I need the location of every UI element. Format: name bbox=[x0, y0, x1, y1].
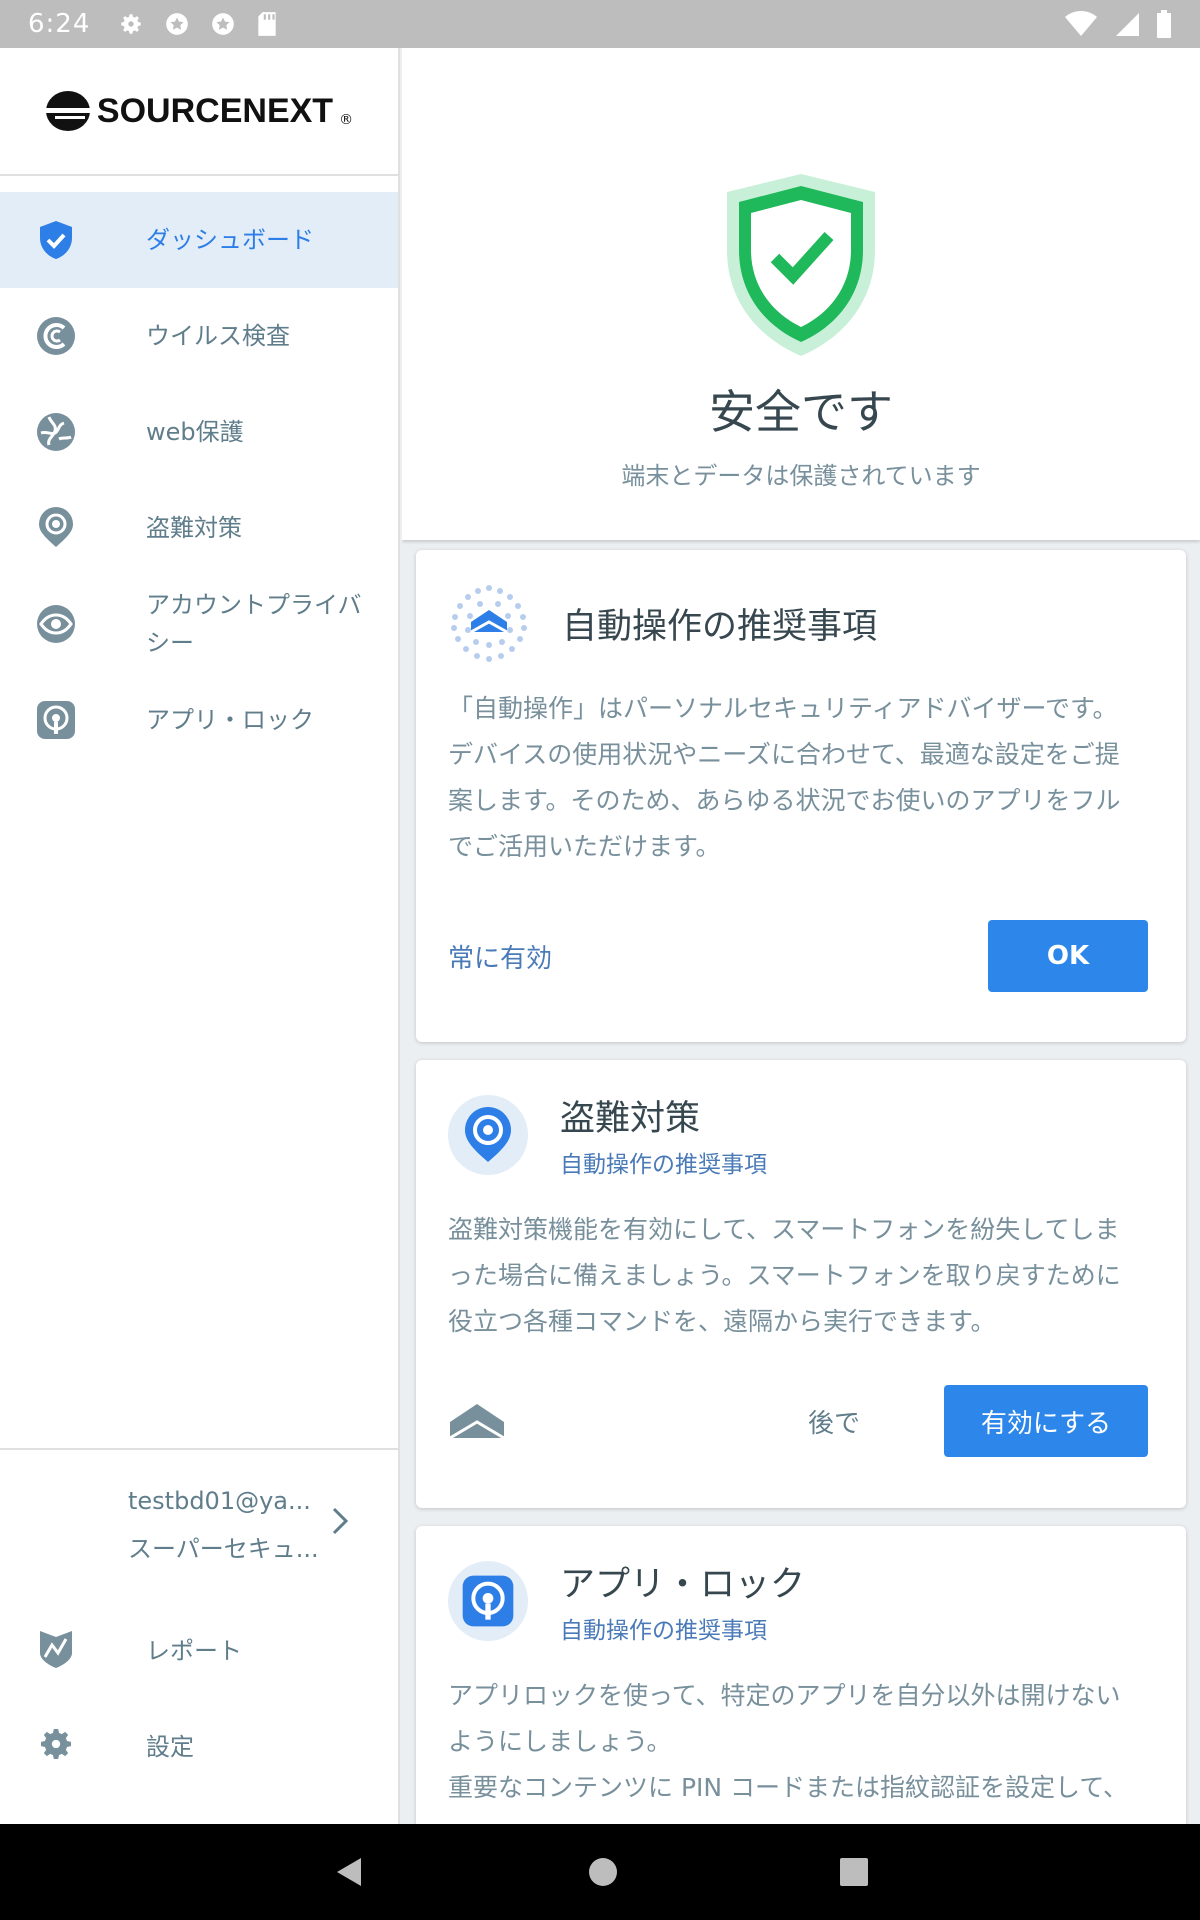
card-title: アプリ・ロック bbox=[560, 1565, 806, 1605]
enable-button[interactable]: 有効にする bbox=[944, 1385, 1148, 1457]
gear-icon bbox=[34, 1722, 78, 1766]
nav-item-label: レポート bbox=[146, 1636, 242, 1665]
app-lock-card: アプリ・ロック 自動操作の推奨事項 アプリロックを使って、特定のアプリを自分以外… bbox=[416, 1526, 1186, 1824]
home-icon[interactable] bbox=[587, 1856, 619, 1888]
card-body-line: アプリロックを使って、特定のアプリを自分以外は開けない bbox=[448, 1681, 1121, 1710]
main-content[interactable]: 安全です 端末とデータは保護されています 自動操作の推奨事項 「自動操作」はパー… bbox=[402, 48, 1200, 1824]
status-bar: 6:24 bbox=[0, 0, 1200, 48]
web-globe-icon bbox=[34, 410, 78, 454]
sourcenext-logo: SOURCENEXT ® bbox=[44, 88, 354, 134]
nav-item-settings[interactable]: 設定 bbox=[0, 1696, 398, 1792]
app-lock-icon bbox=[34, 698, 78, 742]
card-body: 「自動操作」はパーソナルセキュリティアドバイザーです。 デバイスの使用状況やニー… bbox=[448, 686, 1148, 870]
card-subtitle: 自動操作の推奨事項 bbox=[560, 1618, 767, 1644]
navigation-drawer: SOURCENEXT ® ダッシュボード ウイルス検査 web保護 盗難対策 ア… bbox=[0, 48, 400, 1824]
nav-item-label: ウイルス検査 bbox=[146, 322, 290, 350]
system-nav-bar bbox=[0, 1824, 1200, 1920]
ok-button[interactable]: OK bbox=[988, 920, 1148, 992]
card-body-line: 重要なコンテンツに PIN コードまたは指紋認証を設定して、 bbox=[448, 1773, 1129, 1802]
chevron-right-icon bbox=[330, 1505, 350, 1541]
nav-item-dashboard[interactable]: ダッシュボード bbox=[0, 192, 398, 288]
back-icon[interactable] bbox=[331, 1854, 367, 1890]
drawer-bottom: testbd01@ya... スーパーセキュ... レポート 設定 bbox=[0, 1448, 398, 1792]
anti-theft-icon bbox=[448, 1094, 528, 1175]
nav-item-web-protection[interactable]: web保護 bbox=[0, 384, 398, 480]
card-body-line: 役立つ各種コマンドを、遠隔から実行できます。 bbox=[448, 1307, 996, 1336]
card-body-line: 「自動操作」はパーソナルセキュリティアドバイザーです。 bbox=[448, 694, 1118, 723]
logo-registered-mark: ® bbox=[339, 112, 354, 128]
recents-icon[interactable] bbox=[839, 1857, 869, 1887]
nav-item-label: 設定 bbox=[146, 1732, 194, 1761]
card-body: アプリロックを使って、特定のアプリを自分以外は開けない ようにしましょう。 重要… bbox=[448, 1673, 1148, 1811]
nav-item-label: web保護 bbox=[146, 418, 244, 446]
nav-item-label: アカウントプライバシー bbox=[146, 591, 362, 657]
card-body: 盗難対策機能を有効にして、スマートフォンを紛失してしま った場合に備えましょう。… bbox=[448, 1207, 1148, 1345]
nav-item-label: 盗難対策 bbox=[146, 514, 242, 542]
card-body-line: ようにしましょう。 bbox=[448, 1727, 672, 1756]
badge-icon bbox=[212, 13, 235, 35]
scan-icon bbox=[34, 314, 78, 358]
settings-icon bbox=[121, 14, 142, 34]
location-pin-icon bbox=[34, 506, 78, 550]
badge-icon bbox=[166, 13, 189, 35]
status-time: 6:24 bbox=[28, 9, 91, 39]
status-title: 安全です bbox=[709, 385, 893, 439]
autopilot-icon bbox=[451, 585, 527, 662]
account-row[interactable]: testbd01@ya... スーパーセキュ... bbox=[0, 1450, 398, 1600]
card-body-line: 案します。そのため、あらゆる状況でお使いのアプリをフル bbox=[448, 786, 1121, 815]
wifi-icon bbox=[1065, 11, 1097, 36]
nav-item-label: アプリ・ロック bbox=[146, 706, 314, 734]
shield-check-icon bbox=[34, 218, 78, 262]
nav-item-account-privacy[interactable]: アカウントプライバシー bbox=[0, 576, 398, 672]
account-email: testbd01@ya... bbox=[128, 1487, 311, 1515]
nav-item-report[interactable]: レポート bbox=[0, 1600, 398, 1696]
nav-item-anti-theft[interactable]: 盗難対策 bbox=[0, 480, 398, 576]
drawer-nav: ダッシュボード ウイルス検査 web保護 盗難対策 アカウントプライバシー アプ… bbox=[0, 192, 398, 768]
card-subtitle: 自動操作の推奨事項 bbox=[560, 1152, 767, 1178]
logo-text: SOURCENEXT bbox=[96, 91, 334, 130]
logo-area: SOURCENEXT ® bbox=[0, 48, 398, 176]
app-lock-card-icon bbox=[448, 1560, 528, 1641]
card-body-line: 盗難対策機能を有効にして、スマートフォンを紛失してしま bbox=[448, 1215, 1120, 1244]
battery-icon bbox=[1157, 10, 1171, 38]
account-plan: スーパーセキュ... bbox=[128, 1535, 319, 1563]
status-subtitle: 端末とデータは保護されています bbox=[621, 462, 981, 490]
nav-item-label: ダッシュボード bbox=[146, 226, 314, 254]
card-title: 自動操作の推奨事項 bbox=[562, 606, 878, 647]
sd-card-icon bbox=[258, 12, 277, 36]
signal-icon bbox=[1116, 13, 1139, 36]
autopilot-card: 自動操作の推奨事項 「自動操作」はパーソナルセキュリティアドバイザーです。 デバ… bbox=[416, 550, 1186, 1042]
shield-safe-icon bbox=[727, 174, 875, 356]
anti-theft-card: 盗難対策 自動操作の推奨事項 盗難対策機能を有効にして、スマートフォンを紛失して… bbox=[416, 1060, 1186, 1508]
later-button[interactable]: 後で bbox=[808, 1403, 860, 1440]
autopilot-small-icon bbox=[449, 1404, 505, 1440]
status-hero: 安全です 端末とデータは保護されています bbox=[402, 48, 1200, 540]
sourcenext-logo-mark-icon bbox=[44, 91, 91, 131]
card-title: 盗難対策 bbox=[560, 1099, 701, 1139]
card-body-line: った場合に備えましょう。スマートフォンを取り戻すために bbox=[448, 1261, 1121, 1290]
eye-icon bbox=[34, 602, 78, 646]
nav-item-virus-scan[interactable]: ウイルス検査 bbox=[0, 288, 398, 384]
report-icon bbox=[34, 1626, 78, 1670]
nav-item-app-lock[interactable]: アプリ・ロック bbox=[0, 672, 398, 768]
card-body-line: デバイスの使用状況やニーズに合わせて、最適な設定をご提 bbox=[448, 740, 1120, 769]
card-body-line: でご活用いただけます。 bbox=[448, 832, 721, 861]
always-enable-button[interactable]: 常に有効 bbox=[448, 938, 552, 975]
